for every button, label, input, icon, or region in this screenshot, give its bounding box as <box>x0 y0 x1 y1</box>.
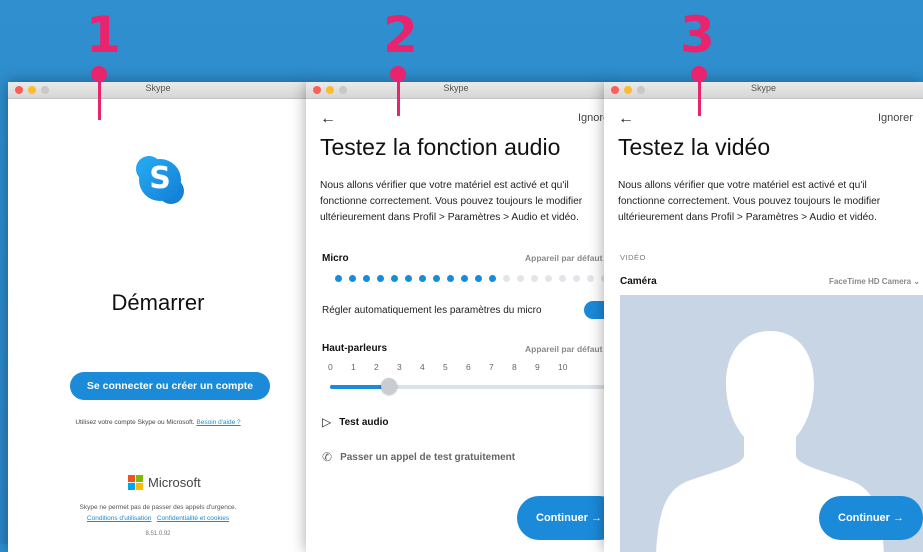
chevron-down-icon: ⌄ <box>913 277 921 286</box>
continue-button[interactable]: Continuer → <box>819 496 923 540</box>
skip-button[interactable]: Ignorer <box>578 112 606 124</box>
step-number-2: 2 <box>383 6 418 64</box>
legal-links: Conditions d'utilisation Confidentialité… <box>8 515 308 522</box>
help-link[interactable]: Besoin d'aide ? <box>196 419 240 426</box>
phone-icon: ✆ <box>322 450 333 464</box>
microsoft-brand: Microsoft <box>128 475 201 490</box>
back-arrow-icon[interactable]: ← <box>618 110 634 128</box>
mic-level-dot <box>419 275 426 282</box>
volume-tick-label: 1 <box>351 362 356 372</box>
auto-mic-label: Régler automatiquement les paramètres du… <box>322 305 542 316</box>
description: Nous allons vérifier que votre matériel … <box>618 180 881 223</box>
speakers-label: Haut-parleurs <box>322 343 388 354</box>
skype-logo-icon: S <box>136 156 184 204</box>
play-icon: ▷ <box>322 415 332 429</box>
signin-button[interactable]: Se connecter ou créer un compte <box>70 372 270 400</box>
microsoft-logo-icon <box>128 475 143 490</box>
mic-level-dot <box>405 275 412 282</box>
mic-level-dot <box>573 275 580 282</box>
skip-button[interactable]: Ignorer <box>878 112 913 124</box>
pin-marker-1 <box>98 76 101 120</box>
disclaimer: Skype ne permet pas de passer des appels… <box>79 504 237 511</box>
continue-button[interactable]: Continuer → <box>517 496 606 540</box>
pin-marker-1-head <box>91 66 107 82</box>
page-title: Testez la vidéo <box>618 134 771 160</box>
video-section-label: VIDÉO <box>620 253 646 262</box>
mic-level-dot <box>447 275 454 282</box>
volume-tick-label: 3 <box>397 362 402 372</box>
mic-level-dot <box>503 275 510 282</box>
pin-marker-2-head <box>390 66 406 82</box>
titlebar: Skype <box>306 82 606 99</box>
speakers-device-select[interactable]: Appareil par défaut <box>525 344 602 354</box>
titlebar: Skype <box>8 82 308 99</box>
window-title: Skype <box>750 83 776 93</box>
mic-label: Micro <box>322 253 349 264</box>
mic-level-dot <box>349 275 356 282</box>
volume-slider-fill <box>330 385 389 389</box>
privacy-link[interactable]: Confidentialité et cookies <box>157 515 229 522</box>
volume-tick-label: 9 <box>535 362 540 372</box>
terms-link[interactable]: Conditions d'utilisation <box>87 515 151 522</box>
volume-tick-label: 0 <box>328 362 333 372</box>
mic-level-dot <box>363 275 370 282</box>
auto-mic-toggle[interactable] <box>584 301 606 319</box>
volume-tick-label: 2 <box>374 362 379 372</box>
titlebar: Skype <box>604 82 923 99</box>
back-arrow-icon[interactable]: ← <box>320 110 336 128</box>
volume-tick-label: 5 <box>443 362 448 372</box>
test-call-button[interactable]: ✆ Passer un appel de test gratuitement <box>322 450 515 464</box>
mic-level-dot <box>335 275 342 282</box>
window-title: Skype <box>145 83 171 93</box>
step-number-1: 1 <box>86 6 121 64</box>
start-title: Démarrer <box>111 290 205 315</box>
volume-tick-label: 7 <box>489 362 494 372</box>
volume-tick-label: 8 <box>512 362 517 372</box>
mic-level-dot <box>391 275 398 282</box>
window-audio-test: Skype ← Ignorer Testez la fonction audio… <box>306 82 606 552</box>
mic-device-select[interactable]: Appareil par défaut <box>525 253 602 263</box>
description: Nous allons vérifier que votre matériel … <box>320 180 583 223</box>
volume-tick-label: 10 <box>558 362 568 372</box>
step-number-3: 3 <box>680 6 715 64</box>
test-audio-button[interactable]: ▷ Test audio <box>322 415 389 429</box>
version-text: 8.51.0.92 <box>145 531 171 537</box>
mic-level-dot <box>559 275 566 282</box>
mic-level-dot <box>517 275 524 282</box>
mic-level-dot <box>461 275 468 282</box>
pin-marker-2 <box>397 76 400 116</box>
mic-level-dot <box>531 275 538 282</box>
volume-slider-thumb[interactable] <box>380 378 397 394</box>
pin-marker-3-head <box>691 66 707 82</box>
camera-device-select[interactable]: FaceTime HD Camera ⌄ <box>829 277 920 286</box>
page-title: Testez la fonction audio <box>320 134 561 160</box>
mic-level-dot <box>377 275 384 282</box>
mic-level-dot <box>587 275 594 282</box>
window-start: Skype S Démarrer Se connecter ou créer u… <box>8 82 308 552</box>
camera-label: Caméra <box>620 276 657 287</box>
mic-level-dot <box>433 275 440 282</box>
microsoft-label: Microsoft <box>148 475 201 490</box>
help-text: Utilisez votre compte Skype ou Microsoft… <box>75 419 241 426</box>
pin-marker-3 <box>698 76 701 116</box>
window-video-test: Skype ← Ignorer Testez la vidéo Nous all… <box>604 82 923 552</box>
volume-tick-label: 4 <box>420 362 425 372</box>
volume-tick-label: 6 <box>466 362 471 372</box>
mic-level-dot <box>475 275 482 282</box>
mic-level-dot <box>489 275 496 282</box>
window-title: Skype <box>443 83 469 93</box>
mic-level-dot <box>545 275 552 282</box>
